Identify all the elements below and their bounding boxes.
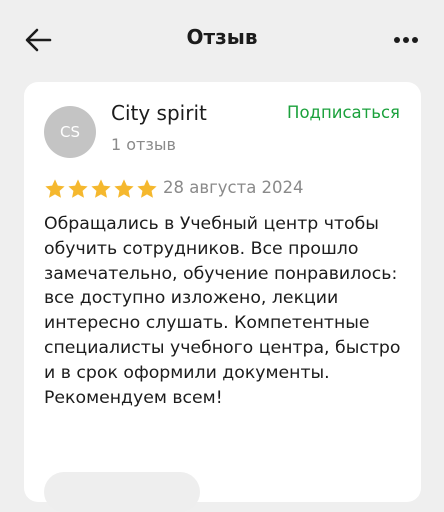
review-date: 28 августа 2024: [163, 178, 304, 197]
subscribe-button[interactable]: Подписаться: [287, 103, 400, 122]
star-icon: [91, 179, 111, 198]
author-name[interactable]: City spirit: [111, 101, 207, 125]
star-icon: [45, 179, 65, 198]
more-options-button[interactable]: [392, 28, 420, 52]
reaction-button[interactable]: [44, 472, 200, 512]
page-title: Отзыв: [186, 25, 258, 49]
star-icon: [137, 179, 157, 198]
author-review-count: 1 отзыв: [111, 135, 176, 154]
star-icon: [114, 179, 134, 198]
review-card: CS City spirit 1 отзыв Подписаться 28 ав…: [24, 82, 421, 512]
top-bar: Отзыв: [0, 0, 444, 78]
star-icon: [68, 179, 88, 198]
more-dots-icon: [394, 37, 418, 43]
avatar[interactable]: CS: [44, 106, 96, 158]
review-text: Обращались в Учебный центр чтобы обучить…: [44, 214, 401, 408]
rating-stars: [44, 178, 159, 200]
